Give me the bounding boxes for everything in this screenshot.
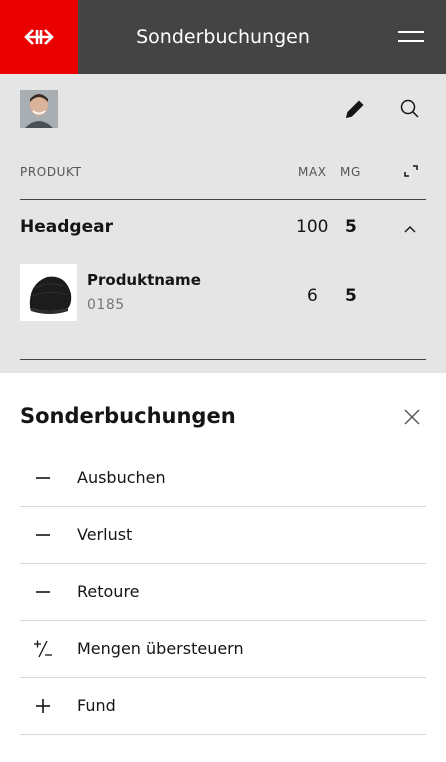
pencil-icon: [346, 100, 364, 118]
close-button[interactable]: [402, 407, 422, 427]
list-divider: [20, 359, 426, 360]
edit-button[interactable]: [342, 96, 368, 122]
beanie-image: [20, 264, 77, 321]
product-number: 0185: [87, 297, 125, 313]
plus-icon: [36, 699, 50, 713]
minus-icon: [36, 591, 50, 593]
option-ausbuchen[interactable]: Ausbuchen: [20, 450, 426, 507]
group-name: Headgear: [20, 217, 113, 237]
expand-button[interactable]: [402, 162, 420, 180]
option-retoure[interactable]: Retoure: [20, 564, 426, 621]
plus-minus-icon: [34, 640, 52, 658]
option-label: Retoure: [77, 582, 140, 601]
product-name: Produktname: [87, 271, 201, 289]
column-header-product[interactable]: PRODUKT: [20, 165, 82, 179]
hamburger-icon-line: [398, 40, 424, 42]
sbb-arrows-icon: [24, 29, 54, 45]
minus-icon: [36, 534, 50, 536]
column-header-max[interactable]: MAX: [298, 165, 327, 179]
column-header-mg[interactable]: MG: [340, 165, 361, 179]
product-panel: PRODUKT MAX MG Headgear 100 5 Produktnam…: [0, 74, 446, 373]
menu-button[interactable]: [398, 26, 426, 48]
group-collapse-button[interactable]: [400, 219, 420, 239]
option-mengen-uebersteuern[interactable]: Mengen übersteuern: [20, 621, 426, 678]
search-icon: [400, 99, 419, 118]
option-label: Ausbuchen: [77, 468, 166, 487]
chevron-up-icon: [404, 226, 416, 233]
product-mg: 5: [345, 286, 357, 306]
product-max: 6: [307, 286, 318, 306]
app-header: Sonderbuchungen: [0, 0, 446, 74]
group-mg: 5: [345, 217, 357, 237]
header-divider: [20, 199, 426, 200]
sonderbuchungen-sheet: Sonderbuchungen Ausbuchen Verlust Retour…: [0, 373, 446, 762]
expand-icon: [404, 165, 418, 177]
product-thumbnail[interactable]: [20, 264, 77, 321]
option-label: Verlust: [77, 525, 133, 544]
sbb-logo-button[interactable]: [0, 0, 78, 74]
search-button[interactable]: [397, 96, 423, 122]
avatar-image: [20, 90, 58, 128]
option-label: Mengen übersteuern: [77, 639, 244, 658]
minus-icon: [36, 477, 50, 479]
option-label: Fund: [77, 696, 116, 715]
close-icon: [404, 409, 420, 425]
hamburger-icon: [398, 31, 424, 33]
user-avatar[interactable]: [20, 90, 58, 128]
group-max: 100: [296, 217, 329, 237]
option-fund[interactable]: Fund: [20, 678, 426, 735]
sheet-title: Sonderbuchungen: [20, 404, 236, 428]
header-title: Sonderbuchungen: [136, 26, 310, 48]
option-verlust[interactable]: Verlust: [20, 507, 426, 564]
